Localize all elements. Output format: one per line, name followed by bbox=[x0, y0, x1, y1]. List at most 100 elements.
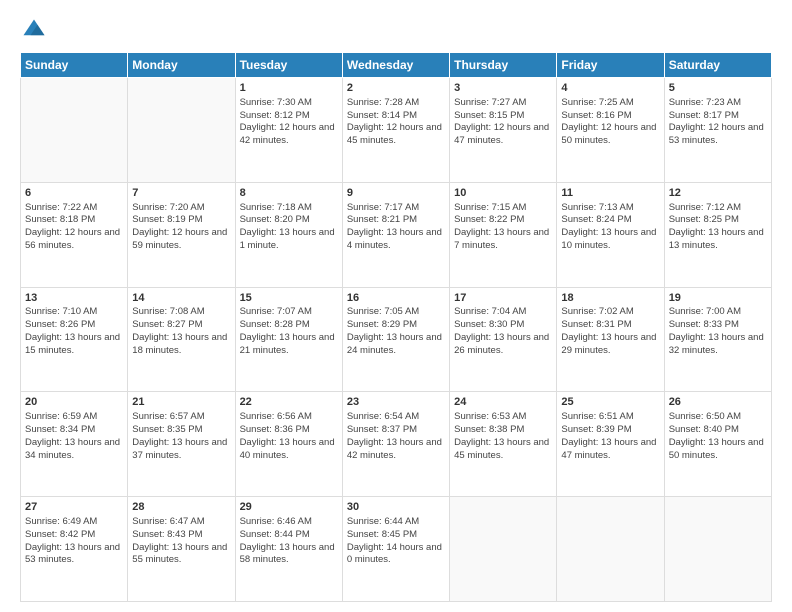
day-number: 13 bbox=[25, 291, 123, 306]
day-info: Sunrise: 6:56 AM bbox=[240, 411, 338, 424]
calendar-cell: 14Sunrise: 7:08 AMSunset: 8:27 PMDayligh… bbox=[128, 287, 235, 392]
day-info: Daylight: 12 hours and 53 minutes. bbox=[669, 122, 767, 148]
day-info: Sunset: 8:26 PM bbox=[25, 319, 123, 332]
calendar-cell: 18Sunrise: 7:02 AMSunset: 8:31 PMDayligh… bbox=[557, 287, 664, 392]
day-number: 5 bbox=[669, 81, 767, 96]
calendar-cell: 22Sunrise: 6:56 AMSunset: 8:36 PMDayligh… bbox=[235, 392, 342, 497]
day-info: Sunrise: 7:07 AM bbox=[240, 306, 338, 319]
day-info: Sunset: 8:12 PM bbox=[240, 110, 338, 123]
calendar-cell: 23Sunrise: 6:54 AMSunset: 8:37 PMDayligh… bbox=[342, 392, 449, 497]
day-info: Sunrise: 7:10 AM bbox=[25, 306, 123, 319]
day-info: Sunset: 8:19 PM bbox=[132, 214, 230, 227]
day-info: Sunset: 8:45 PM bbox=[347, 529, 445, 542]
day-info: Sunset: 8:20 PM bbox=[240, 214, 338, 227]
day-info: Sunrise: 6:50 AM bbox=[669, 411, 767, 424]
day-info: Daylight: 13 hours and 50 minutes. bbox=[669, 437, 767, 463]
day-info: Sunset: 8:40 PM bbox=[669, 424, 767, 437]
day-info: Sunset: 8:44 PM bbox=[240, 529, 338, 542]
day-info: Sunset: 8:35 PM bbox=[132, 424, 230, 437]
day-info: Sunrise: 7:27 AM bbox=[454, 97, 552, 110]
day-info: Daylight: 13 hours and 37 minutes. bbox=[132, 437, 230, 463]
calendar-cell: 11Sunrise: 7:13 AMSunset: 8:24 PMDayligh… bbox=[557, 182, 664, 287]
weekday-header-friday: Friday bbox=[557, 53, 664, 78]
calendar-cell: 17Sunrise: 7:04 AMSunset: 8:30 PMDayligh… bbox=[450, 287, 557, 392]
day-info: Sunset: 8:43 PM bbox=[132, 529, 230, 542]
day-info: Daylight: 13 hours and 4 minutes. bbox=[347, 227, 445, 253]
calendar-cell: 12Sunrise: 7:12 AMSunset: 8:25 PMDayligh… bbox=[664, 182, 771, 287]
day-info: Sunset: 8:29 PM bbox=[347, 319, 445, 332]
day-number: 12 bbox=[669, 186, 767, 201]
calendar-week-5: 27Sunrise: 6:49 AMSunset: 8:42 PMDayligh… bbox=[21, 497, 772, 602]
day-info: Daylight: 13 hours and 40 minutes. bbox=[240, 437, 338, 463]
weekday-header-tuesday: Tuesday bbox=[235, 53, 342, 78]
day-info: Sunrise: 7:00 AM bbox=[669, 306, 767, 319]
day-info: Sunrise: 7:20 AM bbox=[132, 202, 230, 215]
calendar-cell: 30Sunrise: 6:44 AMSunset: 8:45 PMDayligh… bbox=[342, 497, 449, 602]
day-number: 11 bbox=[561, 186, 659, 201]
calendar-cell: 15Sunrise: 7:07 AMSunset: 8:28 PMDayligh… bbox=[235, 287, 342, 392]
weekday-header-sunday: Sunday bbox=[21, 53, 128, 78]
day-number: 10 bbox=[454, 186, 552, 201]
day-info: Daylight: 12 hours and 42 minutes. bbox=[240, 122, 338, 148]
day-info: Sunset: 8:33 PM bbox=[669, 319, 767, 332]
day-info: Sunrise: 6:44 AM bbox=[347, 516, 445, 529]
day-info: Daylight: 13 hours and 47 minutes. bbox=[561, 437, 659, 463]
calendar-cell: 3Sunrise: 7:27 AMSunset: 8:15 PMDaylight… bbox=[450, 78, 557, 183]
day-info: Sunrise: 7:02 AM bbox=[561, 306, 659, 319]
day-info: Daylight: 12 hours and 47 minutes. bbox=[454, 122, 552, 148]
day-info: Sunset: 8:15 PM bbox=[454, 110, 552, 123]
day-info: Sunset: 8:25 PM bbox=[669, 214, 767, 227]
day-info: Sunset: 8:42 PM bbox=[25, 529, 123, 542]
day-info: Daylight: 13 hours and 53 minutes. bbox=[25, 542, 123, 568]
day-info: Daylight: 12 hours and 45 minutes. bbox=[347, 122, 445, 148]
day-number: 14 bbox=[132, 291, 230, 306]
day-info: Sunrise: 6:59 AM bbox=[25, 411, 123, 424]
calendar-cell: 4Sunrise: 7:25 AMSunset: 8:16 PMDaylight… bbox=[557, 78, 664, 183]
day-info: Daylight: 13 hours and 21 minutes. bbox=[240, 332, 338, 358]
day-info: Daylight: 12 hours and 50 minutes. bbox=[561, 122, 659, 148]
day-info: Sunset: 8:30 PM bbox=[454, 319, 552, 332]
day-info: Daylight: 13 hours and 26 minutes. bbox=[454, 332, 552, 358]
calendar-table: SundayMondayTuesdayWednesdayThursdayFrid… bbox=[20, 52, 772, 602]
weekday-header-wednesday: Wednesday bbox=[342, 53, 449, 78]
day-info: Sunset: 8:14 PM bbox=[347, 110, 445, 123]
day-info: Sunset: 8:17 PM bbox=[669, 110, 767, 123]
day-info: Sunrise: 6:51 AM bbox=[561, 411, 659, 424]
day-info: Sunrise: 6:49 AM bbox=[25, 516, 123, 529]
day-info: Daylight: 13 hours and 58 minutes. bbox=[240, 542, 338, 568]
day-info: Daylight: 13 hours and 15 minutes. bbox=[25, 332, 123, 358]
day-info: Sunrise: 7:05 AM bbox=[347, 306, 445, 319]
day-info: Daylight: 13 hours and 55 minutes. bbox=[132, 542, 230, 568]
calendar-cell: 7Sunrise: 7:20 AMSunset: 8:19 PMDaylight… bbox=[128, 182, 235, 287]
calendar-cell: 10Sunrise: 7:15 AMSunset: 8:22 PMDayligh… bbox=[450, 182, 557, 287]
day-info: Sunrise: 6:46 AM bbox=[240, 516, 338, 529]
day-info: Sunrise: 6:53 AM bbox=[454, 411, 552, 424]
day-info: Daylight: 12 hours and 56 minutes. bbox=[25, 227, 123, 253]
day-info: Sunset: 8:36 PM bbox=[240, 424, 338, 437]
day-info: Daylight: 13 hours and 32 minutes. bbox=[669, 332, 767, 358]
day-info: Daylight: 13 hours and 10 minutes. bbox=[561, 227, 659, 253]
calendar-cell: 25Sunrise: 6:51 AMSunset: 8:39 PMDayligh… bbox=[557, 392, 664, 497]
day-info: Daylight: 14 hours and 0 minutes. bbox=[347, 542, 445, 568]
day-info: Sunset: 8:22 PM bbox=[454, 214, 552, 227]
day-number: 22 bbox=[240, 395, 338, 410]
day-info: Sunset: 8:21 PM bbox=[347, 214, 445, 227]
day-info: Sunset: 8:28 PM bbox=[240, 319, 338, 332]
day-info: Sunset: 8:39 PM bbox=[561, 424, 659, 437]
day-number: 1 bbox=[240, 81, 338, 96]
day-info: Sunset: 8:24 PM bbox=[561, 214, 659, 227]
logo-icon bbox=[20, 16, 48, 44]
calendar-week-4: 20Sunrise: 6:59 AMSunset: 8:34 PMDayligh… bbox=[21, 392, 772, 497]
day-info: Sunrise: 7:13 AM bbox=[561, 202, 659, 215]
day-number: 15 bbox=[240, 291, 338, 306]
calendar-cell: 27Sunrise: 6:49 AMSunset: 8:42 PMDayligh… bbox=[21, 497, 128, 602]
day-info: Daylight: 13 hours and 24 minutes. bbox=[347, 332, 445, 358]
calendar-cell: 20Sunrise: 6:59 AMSunset: 8:34 PMDayligh… bbox=[21, 392, 128, 497]
day-info: Daylight: 13 hours and 45 minutes. bbox=[454, 437, 552, 463]
day-info: Sunset: 8:16 PM bbox=[561, 110, 659, 123]
calendar-cell bbox=[21, 78, 128, 183]
day-info: Sunset: 8:38 PM bbox=[454, 424, 552, 437]
day-number: 23 bbox=[347, 395, 445, 410]
calendar-week-2: 6Sunrise: 7:22 AMSunset: 8:18 PMDaylight… bbox=[21, 182, 772, 287]
calendar-cell: 21Sunrise: 6:57 AMSunset: 8:35 PMDayligh… bbox=[128, 392, 235, 497]
